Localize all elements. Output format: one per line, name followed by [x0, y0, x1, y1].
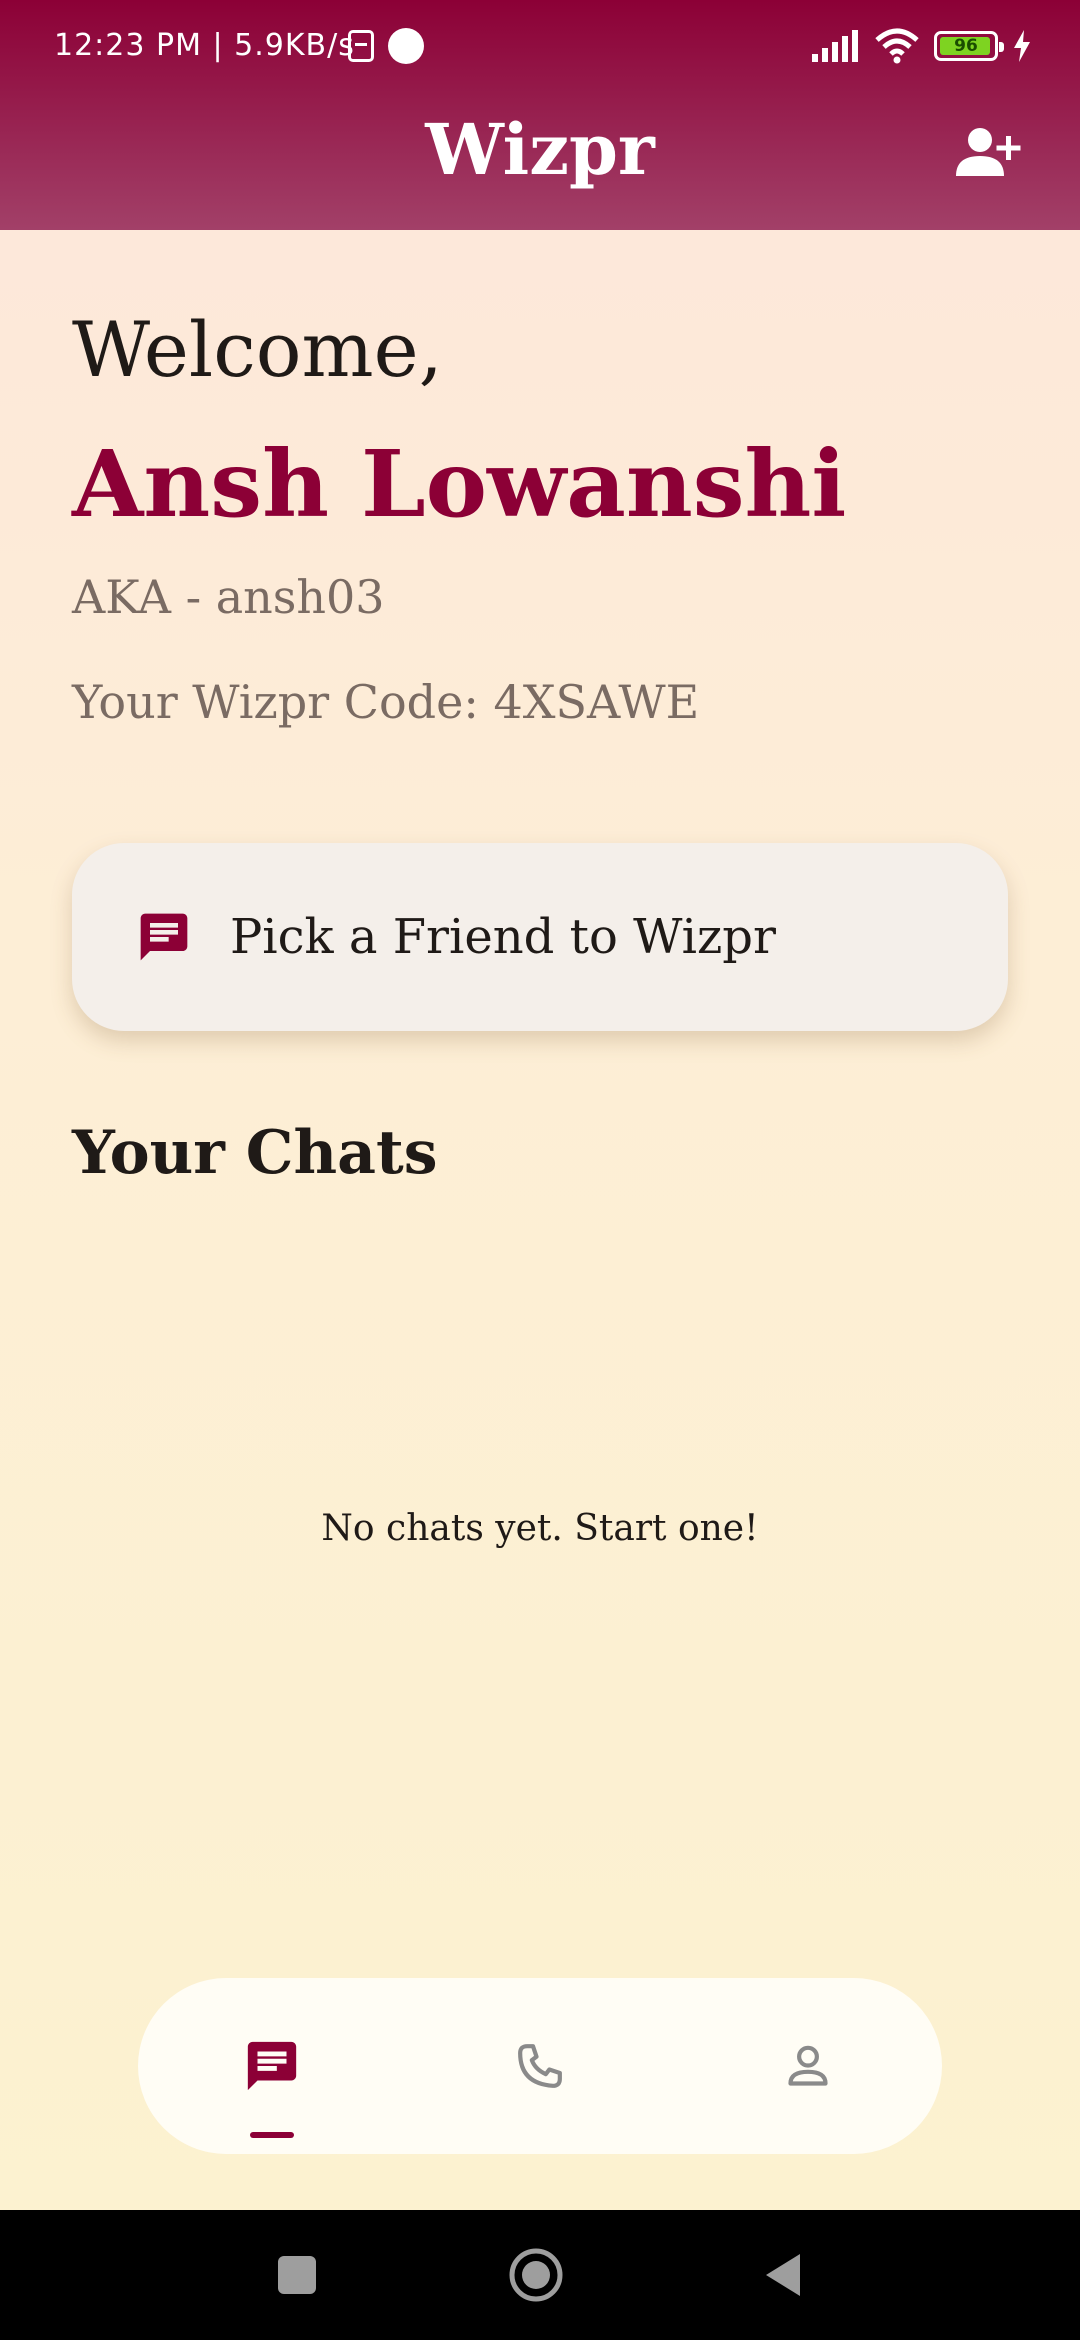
nav-tab-chats[interactable] [182, 1978, 362, 2154]
pick-friend-label: Pick a Friend to Wizpr [230, 909, 776, 965]
wizpr-code: Your Wizpr Code: 4XSAWE [72, 675, 700, 729]
chat-icon [140, 913, 188, 961]
active-tab-indicator [250, 2132, 294, 2138]
person-add-icon[interactable] [956, 124, 1022, 180]
sim-icon [348, 30, 374, 62]
nav-tab-calls[interactable] [450, 1978, 630, 2154]
battery-icon: 96 [934, 31, 1004, 61]
chat-icon [247, 2041, 297, 2091]
empty-chats-message: No chats yet. Start one! [321, 1508, 759, 1549]
whatsapp-icon [388, 28, 424, 64]
bottom-navigation [138, 1978, 942, 2154]
wifi-icon [875, 28, 919, 64]
user-alias: AKA - ansh03 [72, 570, 385, 624]
home-button[interactable] [508, 2247, 564, 2303]
recents-button[interactable] [272, 2250, 322, 2300]
back-button[interactable] [758, 2250, 808, 2300]
nav-tab-profile[interactable] [718, 1978, 898, 2154]
app-title: Wizpr [425, 108, 655, 191]
status-bar: 12:23 PM | 5.9KB/s 96 [0, 0, 1080, 96]
profile-icon [788, 2045, 828, 2086]
status-time: 12:23 PM | 5.9KB/s [54, 28, 355, 63]
battery-level: 96 [954, 36, 978, 56]
status-left-icons [348, 28, 424, 64]
phone-icon [518, 2044, 562, 2088]
pick-friend-button[interactable]: Pick a Friend to Wizpr [72, 843, 1008, 1031]
status-right-icons: 96 [810, 28, 1032, 64]
chats-heading: Your Chats [72, 1118, 438, 1188]
signal-icon [812, 30, 858, 62]
user-name: Ansh Lowanshi [72, 430, 847, 538]
charging-icon [1014, 30, 1030, 62]
welcome-greeting: Welcome, [72, 305, 443, 394]
system-navigation-bar [0, 2210, 1080, 2340]
app-header: 12:23 PM | 5.9KB/s 96 Wizpr [0, 0, 1080, 230]
